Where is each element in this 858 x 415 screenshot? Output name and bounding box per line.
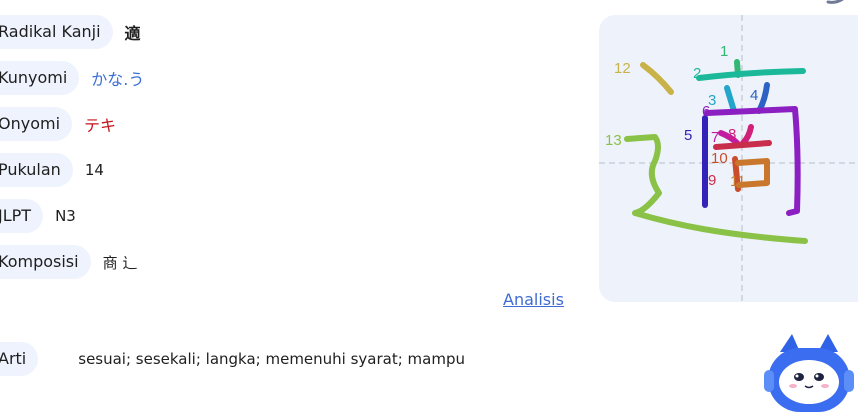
radical-value: 適 <box>124 24 141 43</box>
stroke-order-card[interactable]: 1 2 3 4 5 6 7 8 9 10 11 12 13 <box>599 15 858 302</box>
strokes-value: 14 <box>84 161 104 179</box>
onyomi-label: Onyomi <box>0 107 73 141</box>
strokes-label: Pukulan <box>0 153 73 187</box>
stroke-number-13: 13 <box>605 132 622 149</box>
info-row-onyomi: Onyomi テキ <box>0 107 116 141</box>
stroke-number-10: 10 <box>711 150 728 167</box>
meaning-row: Arti sesuai; sesekali; langka; memenuhi … <box>0 342 465 376</box>
info-row-jlpt: JLPT N3 <box>0 199 76 233</box>
stroke-12 <box>640 62 674 95</box>
kunyomi-label: Kunyomi <box>0 61 80 95</box>
stroke-9 <box>713 140 772 150</box>
stroke-3 <box>724 85 737 114</box>
stroke-number-9: 9 <box>708 172 716 189</box>
composition-value[interactable]: 商 辶 <box>103 252 138 273</box>
info-row-kunyomi: Kunyomi かな.う <box>0 61 144 95</box>
onyomi-value[interactable]: テキ <box>84 112 116 136</box>
stroke-number-2: 2 <box>693 65 701 82</box>
stroke-number-4: 4 <box>750 87 758 104</box>
stroke-number-11: 11 <box>730 173 746 190</box>
stroke-number-1: 1 <box>720 43 728 60</box>
stroke-8 <box>740 124 754 146</box>
info-row-radical: Radikal Kanji 適 <box>0 15 141 49</box>
meaning-label: Arti <box>0 342 39 376</box>
stroke-order-diagram: 1 2 3 4 5 6 7 8 9 10 11 12 13 <box>599 15 858 302</box>
info-row-composition: Komposisi 商 辶 <box>0 245 137 279</box>
jlpt-label: JLPT <box>0 199 44 233</box>
jlpt-value: N3 <box>55 207 76 225</box>
info-row-strokes: Pukulan 14 <box>0 153 104 187</box>
radical-label: Radikal Kanji <box>0 15 113 49</box>
stroke-4 <box>756 82 770 114</box>
stroke-2 <box>696 68 806 81</box>
mascot-avatar[interactable] <box>760 332 858 415</box>
corner-curve-icon <box>826 0 844 4</box>
composition-label: Komposisi <box>0 245 91 279</box>
meaning-value: sesuai; sesekali; langka; memenuhi syara… <box>78 350 466 368</box>
stroke-number-7: 7 <box>711 129 719 146</box>
stroke-number-6: 6 <box>702 103 710 120</box>
stroke-number-12: 12 <box>614 60 631 77</box>
stroke-number-5: 5 <box>684 127 692 144</box>
analysis-link[interactable]: Analisis <box>503 290 564 309</box>
kunyomi-value[interactable]: かな.う <box>91 66 144 90</box>
stroke-number-8: 8 <box>728 126 736 143</box>
